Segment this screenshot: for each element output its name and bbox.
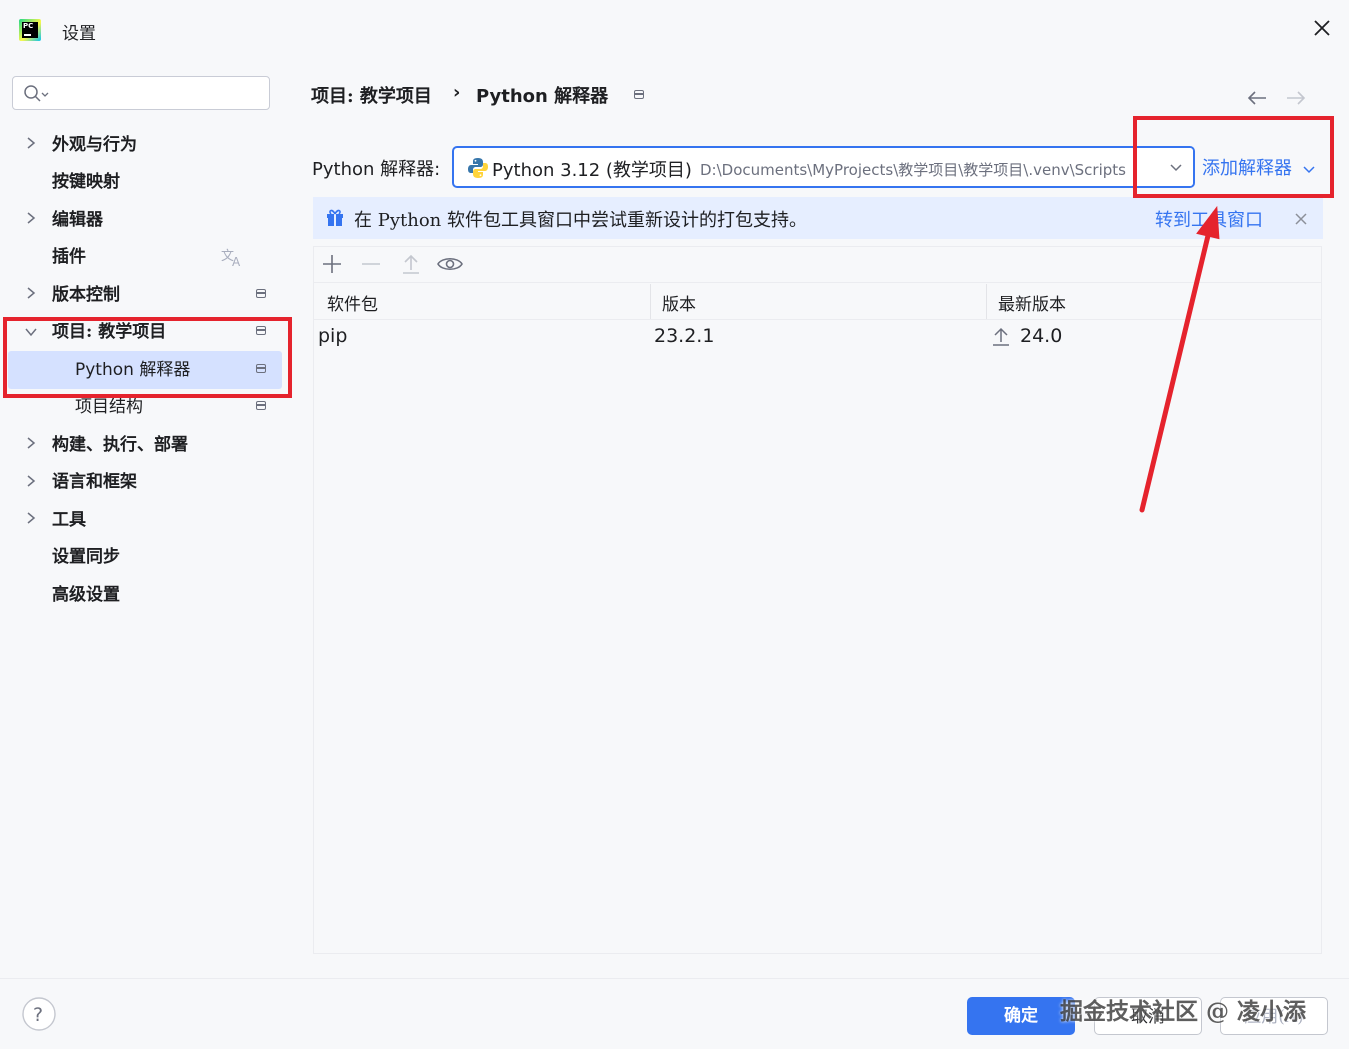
breadcrumb-current: Python 解释器 <box>476 86 609 107</box>
column-header-package[interactable]: 软件包 <box>327 290 378 315</box>
title-bar <box>0 0 1349 62</box>
breadcrumb-parent[interactable]: 项目: 教学项目 <box>311 82 432 108</box>
sidebar-item-keymap[interactable]: 按键映射 <box>52 164 120 200</box>
annotation-box-sidebar <box>3 317 292 398</box>
ok-button[interactable]: 确定 <box>967 997 1075 1035</box>
chevron-right-icon[interactable] <box>26 136 36 154</box>
help-icon[interactable]: ? <box>22 997 56 1035</box>
chevron-right-icon[interactable] <box>26 436 36 454</box>
forward-arrow-icon[interactable] <box>1284 88 1308 112</box>
interpreter-path: D:\Documents\MyProjects\教学项目\教学项目\.venv\… <box>700 161 1126 179</box>
chevron-right-icon[interactable] <box>26 511 36 529</box>
gift-icon <box>325 207 345 231</box>
sidebar-item-advanced[interactable]: 高级设置 <box>52 577 120 613</box>
pin-icon[interactable] <box>634 90 644 99</box>
upgrade-icon <box>993 327 1009 346</box>
column-header-version[interactable]: 版本 <box>662 290 696 315</box>
remove-icon[interactable] <box>361 254 381 278</box>
close-icon[interactable] <box>1312 18 1332 42</box>
pycharm-logo-bar <box>24 34 31 36</box>
pin-icon <box>256 289 266 298</box>
column-separator[interactable] <box>986 284 987 320</box>
sidebar-item-tools[interactable]: 工具 <box>52 502 86 538</box>
svg-text:A: A <box>232 255 241 268</box>
package-name: pip <box>318 325 348 347</box>
search-input[interactable] <box>55 81 259 107</box>
interpreter-name: Python 3.12 (教学项目) <box>492 160 692 181</box>
settings-search-field[interactable] <box>12 76 270 110</box>
package-latest: 24.0 <box>1020 325 1063 347</box>
column-header-latest[interactable]: 最新版本 <box>998 290 1066 315</box>
interpreter-label: Python 解释器: <box>312 159 441 180</box>
add-icon[interactable] <box>322 254 342 278</box>
footer-divider <box>0 978 1349 979</box>
sidebar-item-plugins[interactable]: 插件 <box>52 239 86 275</box>
eye-icon[interactable] <box>437 254 463 278</box>
translate-icon: 文A <box>221 246 245 272</box>
upgrade-icon[interactable] <box>401 253 421 279</box>
pin-icon <box>256 401 266 410</box>
interpreter-select[interactable]: Python 3.12 (教学项目) D:\Documents\MyProjec… <box>452 146 1195 188</box>
chevron-right-icon[interactable] <box>26 286 36 304</box>
sidebar-item-version-control[interactable]: 版本控制 <box>52 277 120 313</box>
annotation-box-add-interpreter <box>1133 116 1334 198</box>
column-separator[interactable] <box>650 284 651 320</box>
package-version: 23.2.1 <box>654 325 715 347</box>
back-arrow-icon[interactable] <box>1245 88 1269 112</box>
chevron-right-icon[interactable] <box>26 211 36 229</box>
sidebar-item-appearance[interactable]: 外观与行为 <box>52 127 137 163</box>
sidebar-item-editor[interactable]: 编辑器 <box>52 202 103 238</box>
chevron-right-icon[interactable] <box>26 474 36 492</box>
python-icon <box>468 158 488 178</box>
sidebar-item-build[interactable]: 构建、执行、部署 <box>52 427 188 463</box>
search-icon <box>24 85 49 102</box>
close-icon[interactable] <box>1294 211 1308 230</box>
window-title: 设置 <box>62 24 96 44</box>
annotation-arrow <box>1139 205 1220 513</box>
sidebar-item-languages[interactable]: 语言和框架 <box>52 464 137 500</box>
banner-text: 在 Python 软件包工具窗口中尝试重新设计的打包支持。 <box>354 210 807 231</box>
svg-text:?: ? <box>33 1004 43 1026</box>
watermark: 掘金技术社区 @ 凌小添 <box>1060 998 1307 1025</box>
breadcrumb-separator: › <box>453 82 461 103</box>
sidebar-item-settings-sync[interactable]: 设置同步 <box>52 539 120 575</box>
